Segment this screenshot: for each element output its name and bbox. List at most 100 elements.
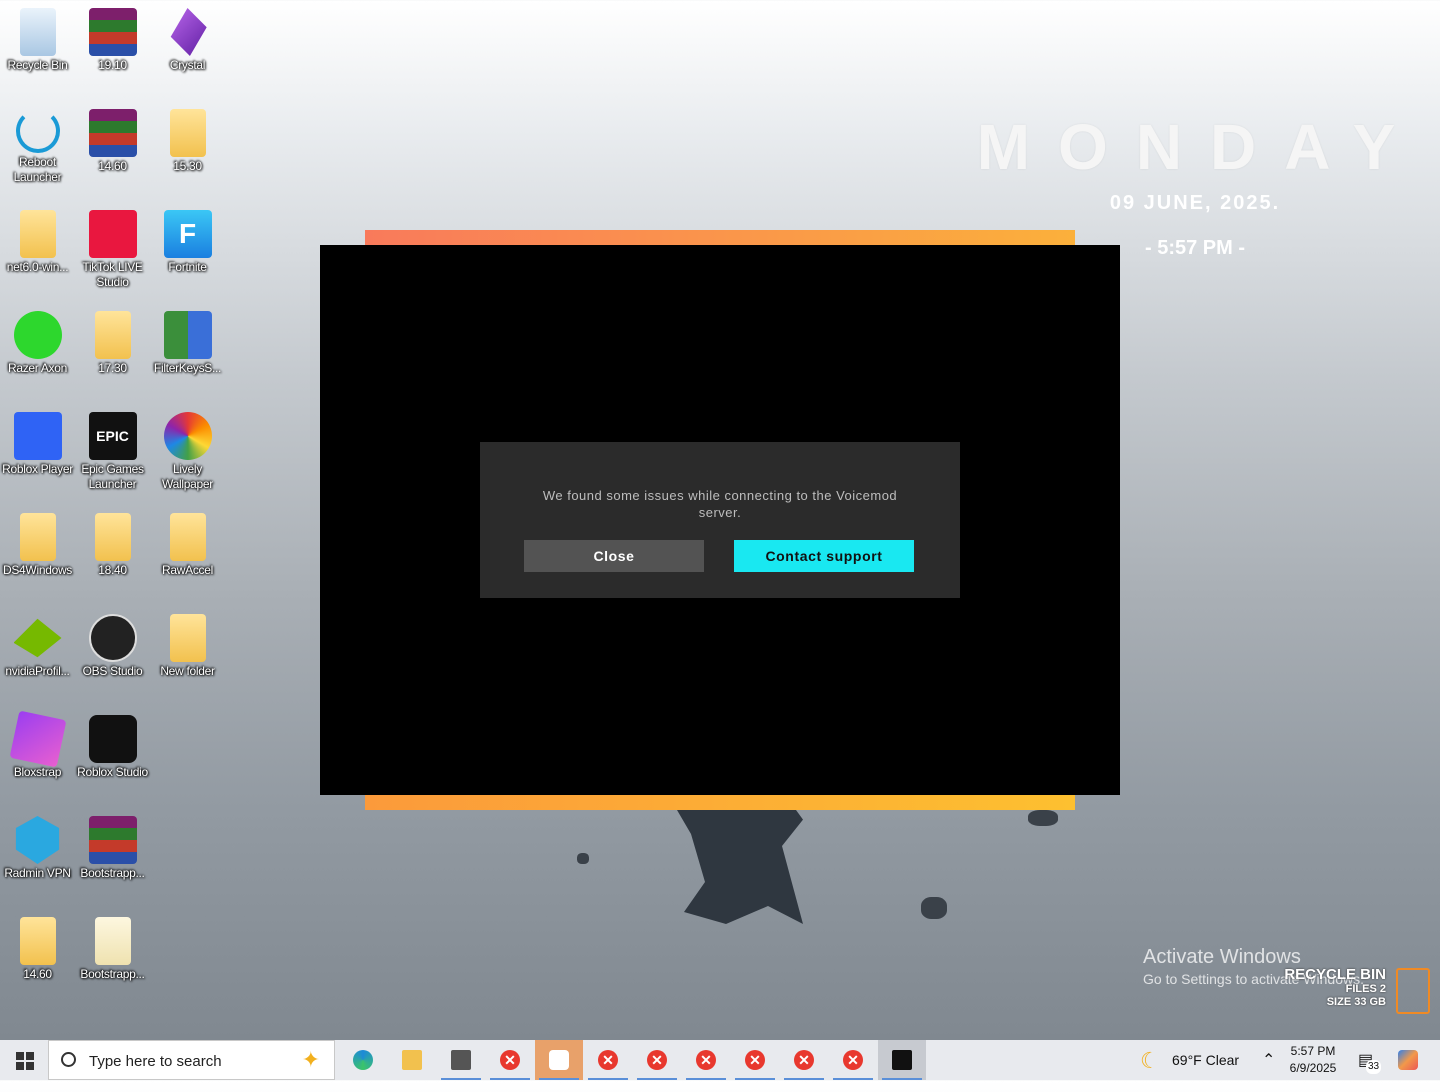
folder-icon xyxy=(19,513,56,561)
weather-readout[interactable]: 69°F Clear xyxy=(1172,1052,1239,1092)
error-icon: ✕ xyxy=(500,1050,520,1070)
reboot-launcher-shortcut[interactable]: Reboot Launcher xyxy=(0,101,75,185)
recycle-bin-widget-icon[interactable] xyxy=(1396,968,1430,1014)
filterkeys-shortcut[interactable]: FilterKeysS... xyxy=(150,303,225,376)
bloxstrap-icon xyxy=(9,710,66,768)
recycle-bin-icon xyxy=(19,8,56,56)
winrar-icon xyxy=(88,109,137,157)
app-icon xyxy=(451,1050,471,1070)
search-icon xyxy=(61,1052,76,1067)
winrar-archive-shortcut[interactable]: 19.10 xyxy=(75,0,150,73)
taskbar-error-app[interactable]: ✕ xyxy=(780,1040,828,1080)
lively-wallpaper-icon xyxy=(163,412,212,460)
epic-games-icon: EPIC xyxy=(88,412,137,460)
bloxstrap-shortcut[interactable]: Bloxstrap xyxy=(0,707,75,780)
windows-logo-icon xyxy=(16,1052,24,1060)
folder-shortcut[interactable]: DS4Windows xyxy=(0,505,75,578)
taskbar: Type here to search ✦ ✕ ✕ ✕ ✕ ✕ ✕ ✕ ☾ 69… xyxy=(0,1040,1440,1080)
error-icon: ✕ xyxy=(647,1050,667,1070)
folder-shortcut[interactable]: 17.30 xyxy=(75,303,150,376)
winrar-icon xyxy=(88,8,137,56)
taskbar-error-app[interactable]: ✕ xyxy=(486,1040,534,1080)
error-message: We found some issues while connecting to… xyxy=(542,488,898,520)
wallpaper-rock xyxy=(577,853,589,864)
shield-icon xyxy=(15,816,60,864)
wallpaper-rock xyxy=(921,897,947,919)
voicemod-window: We found some issues while connecting to… xyxy=(320,245,1120,795)
roblox-studio-icon xyxy=(88,715,137,763)
nvidia-profile-shortcut[interactable]: nvidiaProfil... xyxy=(0,606,75,679)
moon-icon: ☾ xyxy=(1140,1048,1160,1073)
folder-icon xyxy=(402,1050,422,1070)
roblox-player-shortcut[interactable]: Roblox Player xyxy=(0,404,75,477)
filterkeys-icon xyxy=(163,311,212,359)
folder-shortcut[interactable]: 18.40 xyxy=(75,505,150,578)
winrar-archive-shortcut[interactable]: 14.60 xyxy=(75,101,150,174)
epic-games-launcher-shortcut[interactable]: EPIC Epic Games Launcher xyxy=(75,404,150,492)
nvidia-icon xyxy=(13,618,62,658)
folder-icon xyxy=(169,614,206,662)
folder-shortcut[interactable]: Bootstrapp... xyxy=(75,909,150,982)
folder-icon xyxy=(94,513,131,561)
fortnite-icon: F xyxy=(163,210,212,258)
radmin-vpn-shortcut[interactable]: Radmin VPN xyxy=(0,808,75,881)
taskbar-app-bm[interactable] xyxy=(437,1040,485,1080)
folder-icon xyxy=(19,917,56,965)
folder-icon xyxy=(94,311,131,359)
taskbar-search-box[interactable]: Type here to search ✦ xyxy=(48,1040,335,1080)
obs-icon xyxy=(88,614,137,662)
voicemod-icon xyxy=(892,1050,912,1070)
copilot-icon[interactable] xyxy=(1398,1050,1418,1070)
taskbar-edge[interactable] xyxy=(339,1040,387,1080)
chevron-up-icon[interactable]: ⌃ xyxy=(1262,1050,1275,1090)
new-folder-shortcut[interactable]: New folder xyxy=(150,606,225,679)
edge-icon xyxy=(353,1050,373,1070)
tiktok-live-studio-shortcut[interactable]: TikTok LIVE Studio xyxy=(75,202,150,290)
desktop-icon-grid: Recycle Bin 19.10 Crystal Reboot Launche… xyxy=(0,0,230,1040)
taskbar-clock[interactable]: 5:57 PM 6/9/2025 xyxy=(1278,1043,1348,1077)
error-icon: ✕ xyxy=(794,1050,814,1070)
taskbar-voicemod[interactable] xyxy=(878,1040,926,1080)
error-icon: ✕ xyxy=(696,1050,716,1070)
taskbar-error-app[interactable]: ✕ xyxy=(731,1040,779,1080)
crystal-shortcut[interactable]: Crystal xyxy=(150,0,225,73)
recycle-bin-shortcut[interactable]: Recycle Bin xyxy=(0,0,75,73)
folder-shortcut[interactable]: RawAccel xyxy=(150,505,225,578)
error-icon: ✕ xyxy=(598,1050,618,1070)
wallpaper-rock xyxy=(1028,810,1058,826)
roblox-studio-shortcut[interactable]: Roblox Studio xyxy=(75,707,150,780)
taskbar-error-app[interactable]: ✕ xyxy=(633,1040,681,1080)
folder-shortcut[interactable]: 14.60 xyxy=(0,909,75,982)
tiktok-icon xyxy=(88,210,137,258)
crystal-icon xyxy=(170,8,207,56)
folder-icon xyxy=(169,513,206,561)
connection-error-dialog: We found some issues while connecting to… xyxy=(480,442,960,598)
razer-axon-shortcut[interactable]: Razer Axon xyxy=(0,303,75,376)
taskbar-active-app[interactable] xyxy=(535,1040,583,1080)
app-icon xyxy=(549,1050,569,1070)
search-placeholder: Type here to search xyxy=(89,1053,222,1070)
folder-shortcut[interactable]: net6.0-win... xyxy=(0,202,75,275)
folder-icon xyxy=(169,109,206,157)
folder-icon xyxy=(19,210,56,258)
wallpaper-creature xyxy=(677,810,803,924)
winrar-archive-shortcut[interactable]: Bootstrapp... xyxy=(75,808,150,881)
fortnite-shortcut[interactable]: F Fortnite xyxy=(150,202,225,275)
widget-date: 09 JUNE, 2025. xyxy=(1109,192,1281,214)
lively-wallpaper-shortcut[interactable]: Lively Wallpaper xyxy=(150,404,225,492)
taskbar-error-app[interactable]: ✕ xyxy=(584,1040,632,1080)
folder-shortcut[interactable]: 15.30 xyxy=(150,101,225,174)
contact-support-button[interactable]: Contact support xyxy=(734,540,914,572)
taskbar-error-app[interactable]: ✕ xyxy=(829,1040,877,1080)
winrar-icon xyxy=(88,816,137,864)
close-button[interactable]: Close xyxy=(524,540,704,572)
taskbar-error-app[interactable]: ✕ xyxy=(682,1040,730,1080)
search-highlight-icon: ✦ xyxy=(301,1047,320,1072)
obs-studio-shortcut[interactable]: OBS Studio xyxy=(75,606,150,679)
taskbar-file-explorer[interactable] xyxy=(388,1040,436,1080)
app-frame-bottom xyxy=(365,795,1075,810)
notification-count-badge: 33 xyxy=(1366,1060,1382,1074)
recycle-bin-widget: RECYCLE BIN FILES 2 SIZE 33 GB xyxy=(1284,966,1386,1008)
start-button[interactable] xyxy=(0,1040,48,1080)
folder-icon xyxy=(94,917,131,965)
